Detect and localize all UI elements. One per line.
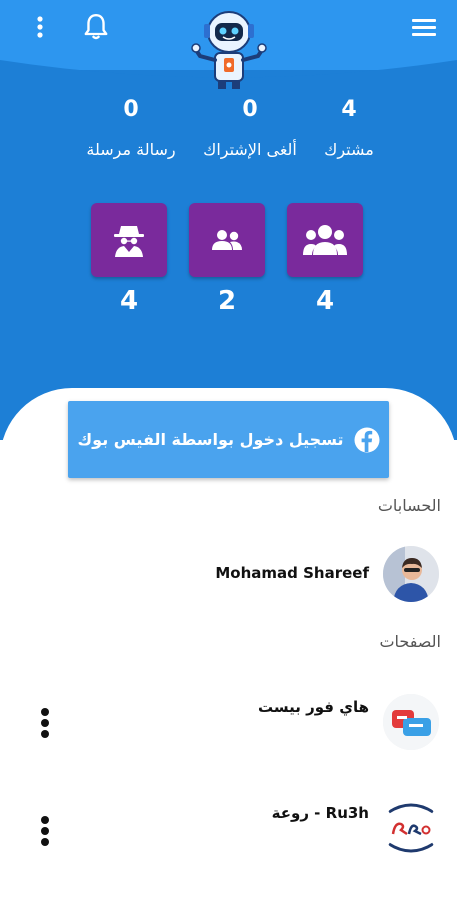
account-avatar bbox=[383, 546, 439, 602]
page-name: هاي فور بيست bbox=[258, 698, 369, 716]
vertical-dots-icon[interactable] bbox=[30, 12, 50, 42]
account-row[interactable]: Mohamad Shareef bbox=[0, 544, 457, 604]
pages-section-title: الصفحات bbox=[379, 632, 441, 651]
accounts-section-title: الحسابات bbox=[377, 496, 441, 515]
page-row[interactable]: Ru3h - روعة bbox=[0, 800, 457, 860]
page-row[interactable]: هاي فور بيست bbox=[0, 692, 457, 752]
stat-label: ألغى الإشتراك bbox=[203, 140, 297, 159]
page-options-icon[interactable] bbox=[36, 814, 54, 846]
people-icon bbox=[212, 230, 242, 250]
page-options-icon[interactable] bbox=[36, 706, 54, 738]
page-avatar bbox=[383, 694, 439, 750]
account-name: Mohamad Shareef bbox=[215, 564, 369, 582]
stat-value: 0 bbox=[123, 97, 139, 122]
tile-subscribers[interactable] bbox=[287, 203, 363, 277]
page-avatar bbox=[383, 800, 439, 856]
tile-spy[interactable] bbox=[91, 203, 167, 277]
stat-label: رسالة مرسلة bbox=[86, 140, 176, 159]
page-name: Ru3h - روعة bbox=[271, 804, 369, 822]
stat-sent-messages: 0 رسالة مرسلة bbox=[66, 96, 196, 160]
tile-value: 4 bbox=[315, 286, 335, 316]
stat-value: 0 bbox=[242, 97, 258, 122]
robot-logo bbox=[191, 11, 267, 89]
stat-unsubscribed: 0 ألغى الإشتراك bbox=[185, 96, 315, 160]
group-icon bbox=[303, 225, 347, 255]
spy-icon bbox=[114, 226, 144, 257]
hamburger-icon[interactable] bbox=[405, 12, 443, 42]
tile-users[interactable] bbox=[189, 203, 265, 277]
tile-value: 4 bbox=[119, 286, 139, 316]
tile-value: 2 bbox=[217, 286, 237, 316]
facebook-icon bbox=[354, 427, 379, 452]
facebook-login-label: تسجيل دخول بواسطة الفيس بوك bbox=[77, 430, 344, 449]
bell-icon[interactable] bbox=[78, 10, 114, 44]
facebook-login-button[interactable]: تسجيل دخول بواسطة الفيس بوك bbox=[68, 401, 389, 478]
stats-row: 4 مشترك 0 ألغى الإشتراك 0 رسالة مرسلة bbox=[0, 96, 457, 176]
